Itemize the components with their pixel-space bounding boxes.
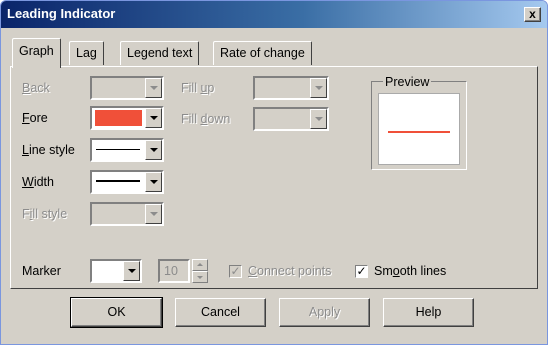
tab-rate-of-change-label: Rate of change [220,46,305,60]
tab-graph[interactable]: Graph [12,38,61,68]
window-title: Leading Indicator [7,6,116,21]
title-bar[interactable]: Leading Indicator x [1,1,547,28]
dialog-window: Leading Indicator x Graph Lag Legend tex… [0,0,548,345]
tab-lag[interactable]: Lag [69,41,104,65]
tab-lag-label: Lag [76,46,97,60]
ok-button[interactable]: OK [70,297,163,328]
tab-legend-text[interactable]: Legend text [120,41,200,65]
close-icon: x [529,7,536,21]
apply-button[interactable]: Apply [279,298,370,327]
tab-rate-of-change[interactable]: Rate of change [213,41,312,65]
cancel-button[interactable]: Cancel [175,298,266,327]
tab-legend-text-label: Legend text [127,46,193,60]
graph-tab-panel [10,66,538,289]
help-button[interactable]: Help [383,298,474,327]
tab-graph-label: Graph [19,44,54,58]
close-button[interactable]: x [524,7,541,22]
